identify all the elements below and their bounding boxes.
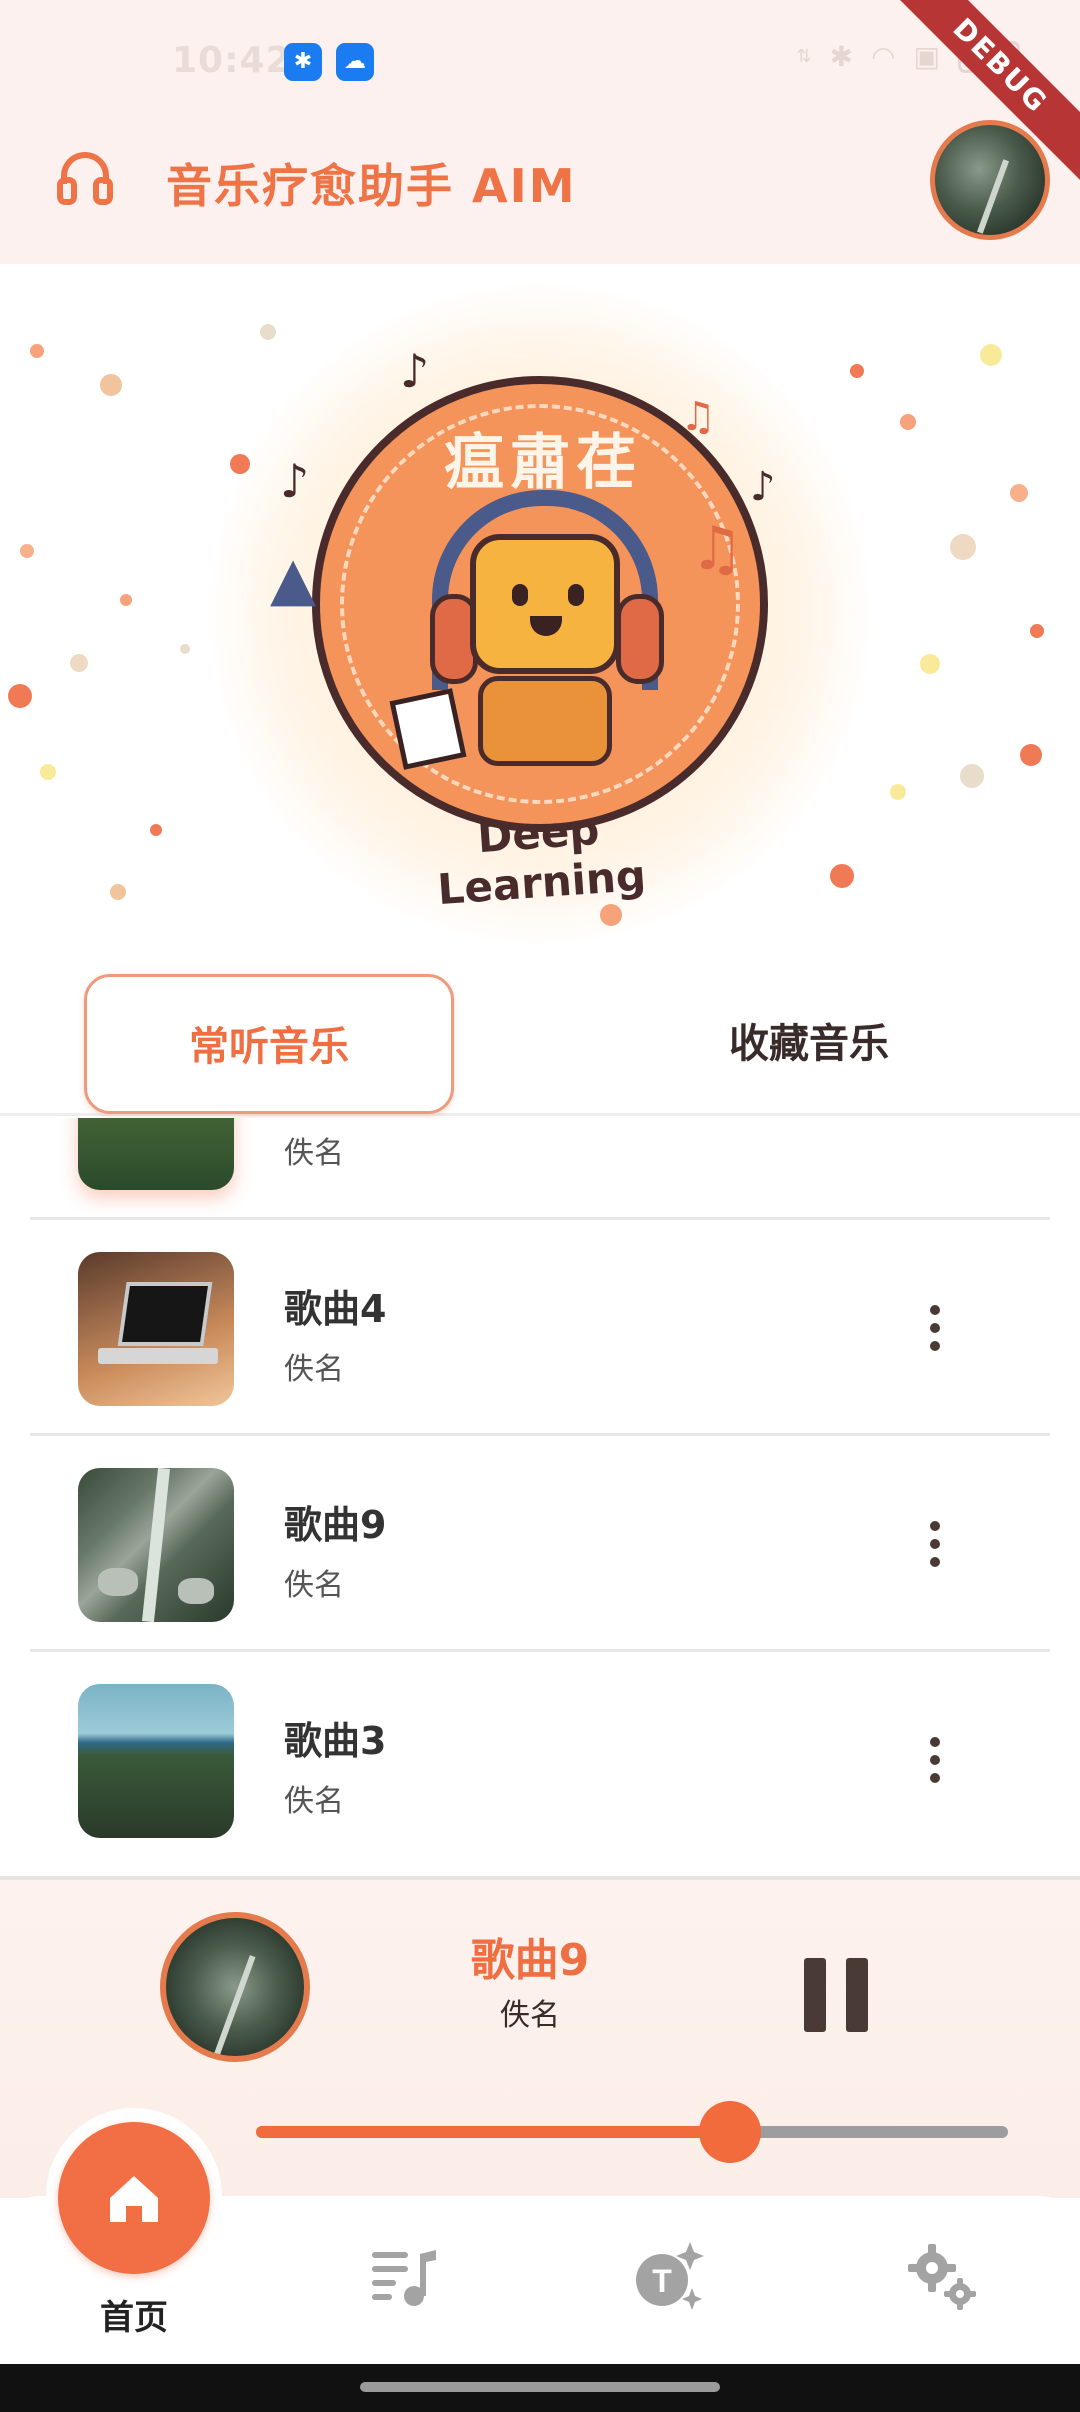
list-item[interactable]: 歌曲9 佚名 <box>30 1436 1050 1652</box>
logo-text-cn: 瘟肅荏 <box>444 428 642 498</box>
decor-dot <box>980 344 1002 366</box>
decor-dot <box>920 654 940 674</box>
music-note-icon: ♪ <box>400 344 430 398</box>
decor-dot <box>850 364 864 378</box>
rock <box>178 1578 214 1604</box>
song-cover <box>78 1468 234 1622</box>
music-tabs: 常听音乐 收藏音乐 <box>0 964 1080 1116</box>
decor-dot <box>40 764 56 780</box>
decor-dot <box>110 884 126 900</box>
pause-icon[interactable] <box>800 1958 872 2032</box>
progress-handle[interactable] <box>698 2101 761 2163</box>
decor-dot <box>180 644 190 654</box>
decor-dot <box>20 544 34 558</box>
decor-dot <box>70 654 88 672</box>
status-time: 10:42 <box>172 40 292 81</box>
settings-gears-icon[interactable] <box>906 2240 978 2312</box>
music-note-icon: ♫ <box>680 394 716 440</box>
user-avatar[interactable] <box>930 120 1050 240</box>
nav-home-button[interactable] <box>58 2122 210 2274</box>
more-options-icon[interactable] <box>890 1712 980 1808</box>
song-cover <box>78 1252 234 1406</box>
decor-dot <box>960 764 984 788</box>
now-playing-title: 歌曲9 <box>470 1935 590 1986</box>
sim-icon: ▣ <box>913 40 940 73</box>
song-artist: 佚名 <box>284 1784 344 1819</box>
tab-frequent-music[interactable]: 常听音乐 <box>84 974 454 1114</box>
mountain-icon: ▲ <box>270 544 317 614</box>
robot-head <box>470 534 620 674</box>
decor-dot <box>830 864 854 888</box>
nav-home-label: 首页 <box>100 2298 168 2338</box>
song-cover <box>78 1118 234 1190</box>
progress-slider[interactable] <box>256 2101 1008 2163</box>
bluetooth-app-icon: ✱ <box>284 43 322 81</box>
song-artist: 佚名 <box>284 1136 344 1171</box>
robot-ear-right <box>616 594 664 684</box>
waterfall-image <box>141 1468 171 1622</box>
robot-eye <box>568 584 584 606</box>
decor-dot <box>1030 624 1044 638</box>
music-note-icon: ♪ <box>750 464 776 510</box>
bluetooth-icon: ✱ <box>829 40 854 73</box>
song-title: 歌曲4 <box>284 1287 387 1331</box>
decor-dot <box>600 904 622 926</box>
svg-text:T: T <box>652 2263 672 2299</box>
playlist-icon[interactable] <box>368 2240 440 2312</box>
decor-dot <box>260 324 276 340</box>
system-navigation-bar <box>0 2364 1080 2412</box>
decor-dot <box>150 824 162 836</box>
music-note-icon: ♪ <box>280 454 310 508</box>
list-item[interactable]: 歌曲4 佚名 <box>30 1220 1050 1436</box>
laptop-image <box>117 1282 213 1346</box>
more-options-icon[interactable] <box>890 1280 980 1376</box>
song-artist: 佚名 <box>284 1568 344 1603</box>
decor-dot <box>100 374 122 396</box>
top-app-bar: 10:42 ✱ ☁ ⇅ ✱ ◠ ▣ 90 DEBUG 音乐疗愈助手 AIM <box>0 0 1080 264</box>
decor-dot <box>950 534 976 560</box>
song-title: 歌曲3 <box>284 1719 387 1763</box>
robot-eye <box>512 584 528 606</box>
progress-fill <box>256 2126 730 2138</box>
hero-banner: 瘟肅荏 ♪ ♪ ♫ ♪ ♫ ▲ Deep Learning <box>0 264 1080 964</box>
decor-dot <box>1010 484 1028 502</box>
more-options-icon[interactable] <box>890 1496 980 1592</box>
song-artist: 佚名 <box>284 1352 344 1387</box>
decor-dot <box>230 454 250 474</box>
now-playing-cover[interactable] <box>160 1912 310 2062</box>
decor-dot <box>890 784 906 800</box>
cloud-app-icon: ☁ <box>336 43 374 81</box>
decor-dot <box>900 414 916 430</box>
robot-body <box>478 676 612 766</box>
decor-dot <box>1020 744 1042 766</box>
list-item[interactable]: 歌曲3 佚名 <box>30 1652 1050 1868</box>
home-icon <box>110 2176 158 2222</box>
home-gesture-handle[interactable] <box>360 2382 720 2392</box>
headphones-icon <box>57 152 113 205</box>
tab-favorite-music[interactable]: 收藏音乐 <box>624 974 994 1114</box>
music-note-icon: ♫ <box>690 514 744 584</box>
rock <box>98 1568 138 1596</box>
laptop-base <box>98 1348 218 1364</box>
wifi-icon: ◠ <box>871 40 896 73</box>
song-title: 歌曲9 <box>284 1503 387 1547</box>
decor-dot <box>30 344 44 358</box>
app-title: 音乐疗愈助手 AIM <box>166 159 577 213</box>
now-playing-artist: 佚名 <box>500 1998 560 2033</box>
list-item[interactable]: 佚名 <box>30 1118 1050 1220</box>
decor-dot <box>120 594 132 606</box>
song-cover <box>78 1684 234 1838</box>
decor-dot <box>8 684 32 708</box>
network-speed-icon: ⇅ <box>796 46 812 67</box>
song-list[interactable]: 佚名 歌曲4 佚名 歌曲9 佚名 歌曲3 佚名 <box>0 1118 1080 1878</box>
translate-sparkle-icon[interactable]: T <box>632 2240 704 2312</box>
